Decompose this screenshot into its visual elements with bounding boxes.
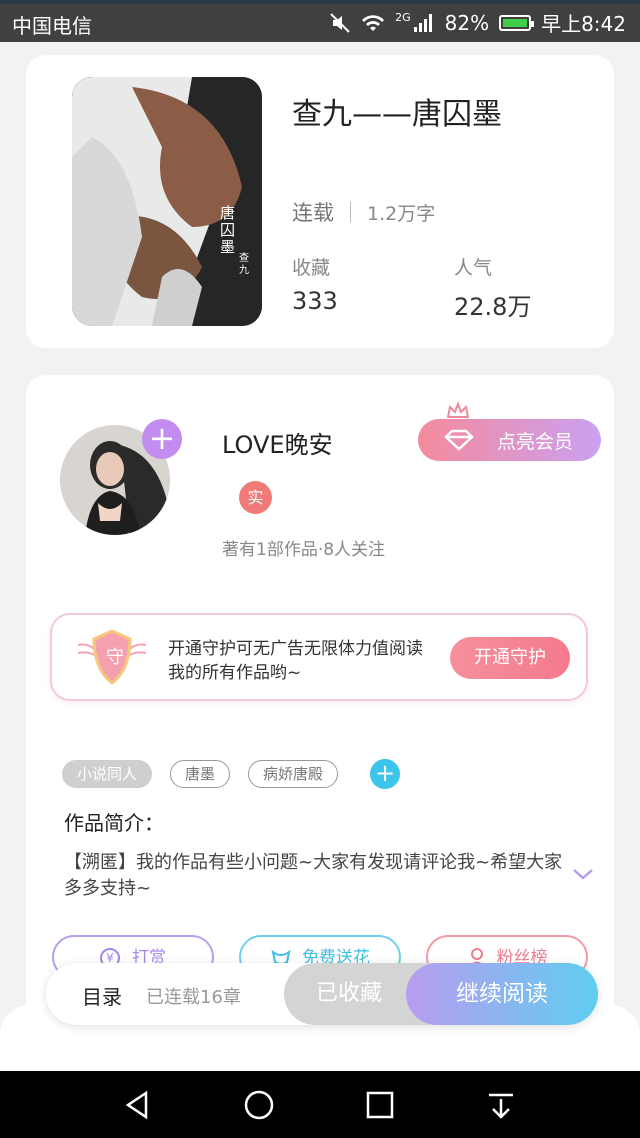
word-count: 1.2万字	[367, 202, 436, 225]
home-icon[interactable]	[241, 1087, 277, 1123]
network-type: 2G	[395, 11, 411, 24]
cover-illustration	[72, 77, 262, 326]
guard-text: 开通守护可无广告无限体力值阅读我的所有作品哟~	[168, 639, 423, 683]
favorites-value: 333	[292, 287, 338, 315]
book-title: 查九——唐囚墨	[292, 97, 502, 132]
follow-add-button[interactable]: +	[142, 419, 182, 459]
tag-list: 小说同人 唐墨 病娇唐殿 +	[62, 759, 401, 789]
navigation-bar	[0, 1071, 640, 1138]
book-status-row: 连载 1.2万字	[292, 197, 435, 227]
status-icons: 2G 82% 早上8:42	[329, 8, 626, 37]
chapter-count: 已连载16章	[146, 987, 241, 1008]
battery-percent: 82%	[444, 10, 490, 35]
popularity-value: 22.8万	[454, 293, 532, 321]
cover-title-text: 唐囚墨	[220, 204, 236, 256]
toc-button[interactable]: 目录	[82, 981, 122, 1010]
intro-label: 作品简介：	[64, 811, 164, 835]
back-icon[interactable]	[120, 1087, 156, 1123]
book-info-card: 唐囚墨 查九 查九——唐囚墨 连载 1.2万字 收藏 333 人气 22.8万	[26, 55, 614, 348]
continue-reading-button[interactable]: 继续阅读	[406, 963, 598, 1025]
mute-icon	[330, 12, 350, 33]
guard-promo: 守 开通守护可无广告无限体力值阅读我的所有作品哟~ 开通守护	[50, 613, 588, 701]
cover-author-text: 查九	[239, 253, 249, 276]
intro-text: 【溯匿】我的作品有些小问题~大家有发现请评论我~希望大家多多支持~	[64, 852, 563, 899]
recents-icon[interactable]	[362, 1087, 398, 1123]
clock: 早上8:42	[541, 12, 626, 36]
battery-icon	[499, 14, 535, 31]
chevron-down-icon[interactable]	[571, 867, 595, 881]
add-tag-button[interactable]: +	[370, 759, 401, 789]
crown-icon	[446, 401, 470, 418]
signal-icon	[413, 13, 432, 32]
reader-action-bar: 目录 已连载16章 已收藏 继续阅读	[46, 963, 598, 1025]
status-bar-topline	[0, 0, 640, 4]
divider	[350, 202, 351, 222]
diamond-icon	[444, 429, 474, 451]
tag-item[interactable]: 唐墨	[170, 760, 231, 788]
verified-badge: 实	[239, 481, 272, 514]
tag-item[interactable]: 病娇唐殿	[248, 760, 339, 788]
vip-button[interactable]: 点亮会员	[418, 419, 601, 461]
serial-status: 连载	[292, 201, 334, 225]
collected-label: 已收藏	[315, 981, 382, 1006]
author-meta: 著有1部作品·8人关注	[222, 540, 386, 560]
carrier-label: 中国电信	[12, 14, 92, 38]
shield-char: 守	[106, 647, 124, 668]
favorites-label: 收藏	[292, 257, 331, 279]
open-guard-button[interactable]: 开通守护	[450, 637, 570, 679]
notification-pull-icon[interactable]	[483, 1087, 519, 1123]
wifi-icon	[362, 14, 385, 31]
popularity-label: 人气	[454, 257, 493, 279]
book-cover[interactable]: 唐囚墨 查九	[72, 77, 262, 326]
vip-button-label: 点亮会员	[496, 430, 573, 453]
status-bar: 中国电信 2G 82% 早上8:42	[0, 0, 640, 42]
tag-item[interactable]: 小说同人	[62, 760, 153, 788]
author-name[interactable]: LOVE晚安	[222, 425, 333, 460]
